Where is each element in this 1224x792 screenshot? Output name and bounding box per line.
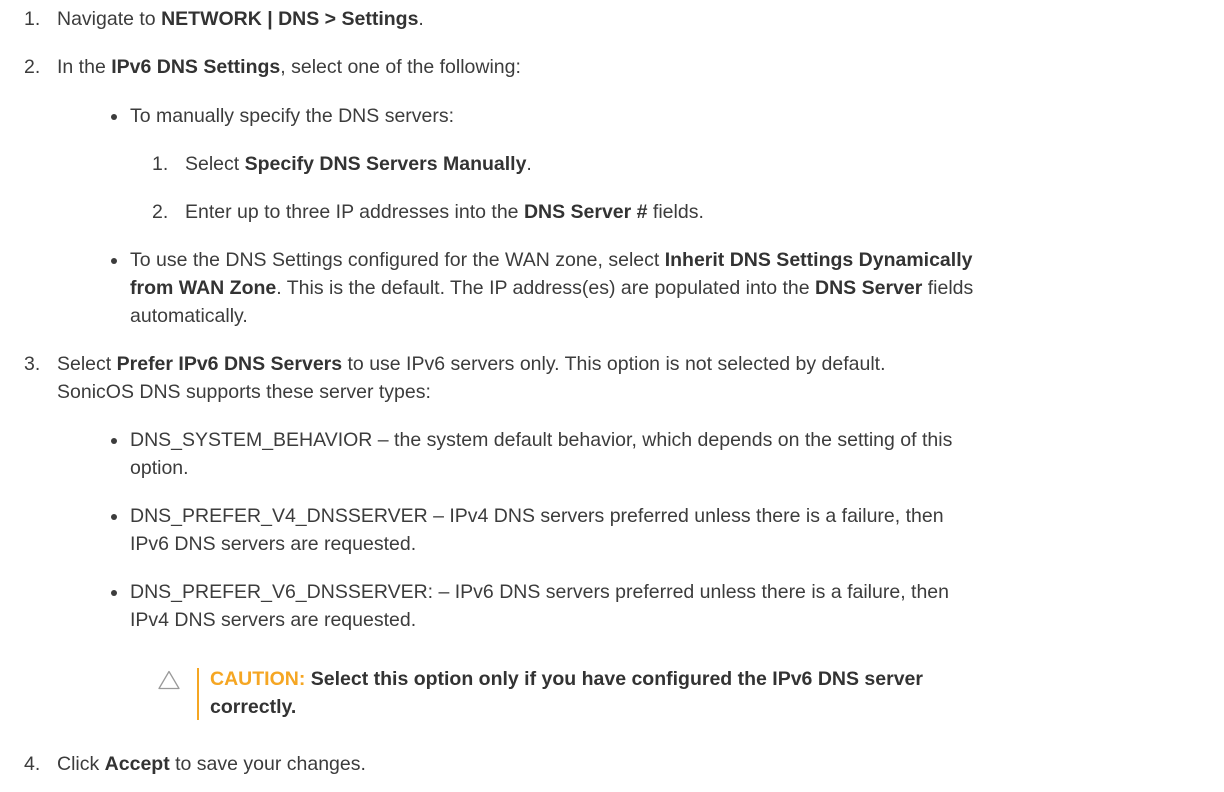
step-1-number: 1.	[24, 8, 41, 30]
step-2a2-number: 2.	[152, 201, 169, 223]
step-3-pre: Select	[57, 353, 117, 375]
step-2b-mid: . This is the default. The IP address(es…	[276, 277, 815, 299]
step-4-pre: Click	[57, 753, 105, 775]
caution-line-2: correctly.	[210, 696, 297, 718]
step-2a2-bold: DNS Server #	[523, 201, 648, 223]
step-1-pre: Navigate to	[57, 8, 162, 30]
step-2-post: , select one of the following:	[280, 56, 521, 78]
step-1-bold: NETWORK | DNS > Settings	[161, 8, 419, 30]
bullet-system-behavior	[111, 438, 117, 444]
step-2b-bold-1: Inherit DNS Settings Dynamically	[664, 249, 973, 271]
step-2a1-text: Select Specify DNS Servers Manually.	[185, 150, 532, 178]
step-2-bold: IPv6 DNS Settings	[111, 56, 281, 78]
step-3-line-2: SonicOS DNS supports these server types:	[57, 381, 431, 403]
bullet-prefer-v6	[111, 590, 117, 596]
caution-divider	[197, 668, 199, 720]
step-3-bold: Prefer IPv6 DNS Servers	[116, 353, 343, 375]
step-2a2-text: Enter up to three IP addresses into the …	[185, 198, 704, 226]
step-2b-bold-2: from WAN Zone	[130, 277, 277, 299]
step-3b-line-2: IPv6 DNS servers are requested.	[130, 533, 417, 555]
step-2b-line-2: from WAN Zone. This is the default. The …	[130, 274, 973, 302]
bullet-inherit	[111, 258, 117, 264]
caution-text-1: Select this option only if you have conf…	[305, 668, 923, 690]
step-3c-line-2: IPv4 DNS servers are requested.	[130, 609, 417, 631]
step-4-number: 4.	[24, 753, 41, 775]
step-4-post: to save your changes.	[169, 753, 366, 775]
step-2b-post: fields	[922, 277, 974, 299]
step-2a1-post: .	[526, 153, 532, 175]
step-2b-line-3: automatically.	[130, 305, 248, 327]
step-2a2-post: fields.	[647, 201, 704, 223]
step-3a-line-2: option.	[130, 457, 189, 479]
step-1-text: Navigate to NETWORK | DNS > Settings.	[57, 5, 424, 33]
caution-triangle-icon	[158, 670, 180, 690]
step-3-number: 3.	[24, 353, 41, 375]
step-4-bold: Accept	[104, 753, 170, 775]
step-3-post: to use IPv6 servers only. This option is…	[342, 353, 886, 375]
bullet-prefer-v4	[111, 514, 117, 520]
caution-line-1: CAUTION: Select this option only if you …	[210, 665, 923, 693]
caution-label: CAUTION:	[210, 668, 306, 690]
step-2b-bold-3: DNS Server	[815, 277, 923, 299]
step-1-post: .	[418, 8, 424, 30]
step-2a-text: To manually specify the DNS servers:	[130, 105, 455, 127]
step-3a-line-1: DNS_SYSTEM_BEHAVIOR – the system default…	[130, 429, 953, 451]
step-2-pre: In the	[57, 56, 112, 78]
step-2a1-number: 1.	[152, 153, 169, 175]
step-4-text: Click Accept to save your changes.	[57, 750, 366, 778]
step-2a1-pre: Select	[185, 153, 245, 175]
step-2-number: 2.	[24, 56, 41, 78]
step-3-line-1: Select Prefer IPv6 DNS Servers to use IP…	[57, 350, 886, 378]
step-2b-pre: To use the DNS Settings configured for t…	[130, 249, 665, 271]
step-3c-line-1: DNS_PREFER_V6_DNSSERVER: – IPv6 DNS serv…	[130, 581, 949, 603]
step-2a2-pre: Enter up to three IP addresses into the	[185, 201, 524, 223]
step-3b-line-1: DNS_PREFER_V4_DNSSERVER – IPv4 DNS serve…	[130, 505, 944, 527]
step-2b-line-1: To use the DNS Settings configured for t…	[130, 246, 972, 274]
step-2a1-bold: Specify DNS Servers Manually	[244, 153, 527, 175]
bullet-manual	[111, 114, 117, 120]
step-2-text: In the IPv6 DNS Settings, select one of …	[57, 53, 521, 81]
